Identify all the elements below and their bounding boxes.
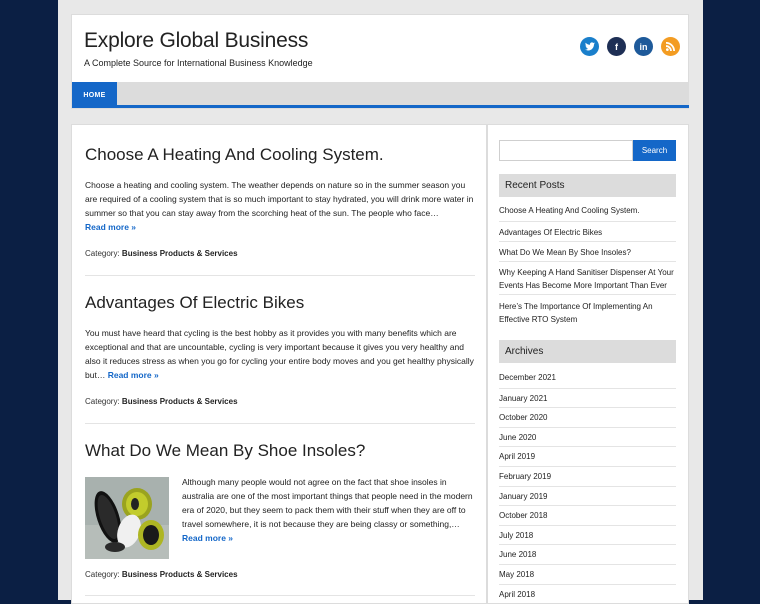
site-title[interactable]: Explore Global Business <box>84 29 308 53</box>
sidebar: Search Recent Posts Choose A Heating And… <box>487 124 689 604</box>
archive-link[interactable]: January 2021 <box>499 389 676 409</box>
recent-post-link[interactable]: Why Keeping A Hand Sanitiser Dispenser A… <box>499 262 676 295</box>
archives-list: December 2021 January 2021 October 2020 … <box>499 369 676 603</box>
shoe-insoles-image <box>85 477 169 559</box>
search-input[interactable] <box>499 140 633 161</box>
linkedin-icon[interactable]: in <box>634 37 653 56</box>
page-wrapper: Explore Global Business A Complete Sourc… <box>58 0 703 604</box>
read-more-link[interactable]: Read more » <box>182 533 233 543</box>
post-excerpt: Choose a heating and cooling system. The… <box>85 178 475 234</box>
archive-link[interactable]: February 2019 <box>499 467 676 487</box>
archive-link[interactable]: May 2018 <box>499 565 676 585</box>
category-label: Category: <box>85 249 120 258</box>
archive-link[interactable]: January 2019 <box>499 487 676 507</box>
post-meta: Category: Business Products & Services <box>85 570 475 579</box>
archive-link[interactable]: April 2019 <box>499 447 676 467</box>
site-description: A Complete Source for International Busi… <box>84 58 313 68</box>
read-more-link[interactable]: Read more » <box>85 222 136 232</box>
search-button[interactable]: Search <box>633 140 676 161</box>
recent-post-link[interactable]: Choose A Heating And Cooling System. <box>499 202 676 222</box>
recent-post-link[interactable]: Here’s The Importance Of Implementing An… <box>499 295 676 328</box>
category-link[interactable]: Business Products & Services <box>122 249 238 258</box>
rss-icon[interactable] <box>661 37 680 56</box>
recent-posts-title: Recent Posts <box>499 174 676 197</box>
post-title[interactable]: Advantages Of Electric Bikes <box>85 293 475 313</box>
post-article: Choose A Heating And Cooling System. Cho… <box>85 145 475 258</box>
facebook-icon-glyph: f <box>615 41 618 52</box>
post-title[interactable]: Choose A Heating And Cooling System. <box>85 145 475 165</box>
post-excerpt-text: Although many people would not agree on … <box>182 477 473 529</box>
category-label: Category: <box>85 570 120 579</box>
nav-item-home[interactable]: HOME <box>72 82 117 108</box>
post-divider <box>85 423 475 424</box>
twitter-icon[interactable] <box>580 37 599 56</box>
main-navigation: HOME <box>72 82 689 108</box>
archive-link[interactable]: June 2018 <box>499 545 676 565</box>
archive-link[interactable]: October 2020 <box>499 408 676 428</box>
site-header: Explore Global Business A Complete Sourc… <box>71 14 689 109</box>
post-meta: Category: Business Products & Services <box>85 249 475 258</box>
post-title[interactable]: What Do We Mean By Shoe Insoles? <box>85 441 475 461</box>
post-article: Advantages Of Electric Bikes You must ha… <box>85 293 475 406</box>
post-divider <box>85 275 475 276</box>
recent-post-link[interactable]: What Do We Mean By Shoe Insoles? <box>499 242 676 262</box>
facebook-icon[interactable]: f <box>607 37 626 56</box>
archive-link[interactable]: July 2018 <box>499 526 676 546</box>
post-meta: Category: Business Products & Services <box>85 397 475 406</box>
category-link[interactable]: Business Products & Services <box>122 397 238 406</box>
main-content: Choose A Heating And Cooling System. Cho… <box>71 124 487 604</box>
post-excerpt-text: Choose a heating and cooling system. The… <box>85 180 474 218</box>
archive-link[interactable]: October 2018 <box>499 506 676 526</box>
category-link[interactable]: Business Products & Services <box>122 570 238 579</box>
linkedin-icon-glyph: in <box>639 41 648 52</box>
post-thumbnail[interactable] <box>85 477 169 559</box>
read-more-link[interactable]: Read more » <box>108 370 159 380</box>
archive-link[interactable]: April 2018 <box>499 585 676 603</box>
category-label: Category: <box>85 397 120 406</box>
post-divider <box>85 595 475 596</box>
post-excerpt: You must have heard that cycling is the … <box>85 326 475 382</box>
post-article: What Do We Mean By Shoe Insoles? Althoug… <box>85 441 475 579</box>
archive-link[interactable]: June 2020 <box>499 428 676 448</box>
archive-link[interactable]: December 2021 <box>499 369 676 389</box>
recent-posts-list: Choose A Heating And Cooling System. Adv… <box>499 202 676 328</box>
archives-title: Archives <box>499 340 676 363</box>
post-excerpt: Although many people would not agree on … <box>182 475 475 545</box>
recent-post-link[interactable]: Advantages Of Electric Bikes <box>499 222 676 242</box>
